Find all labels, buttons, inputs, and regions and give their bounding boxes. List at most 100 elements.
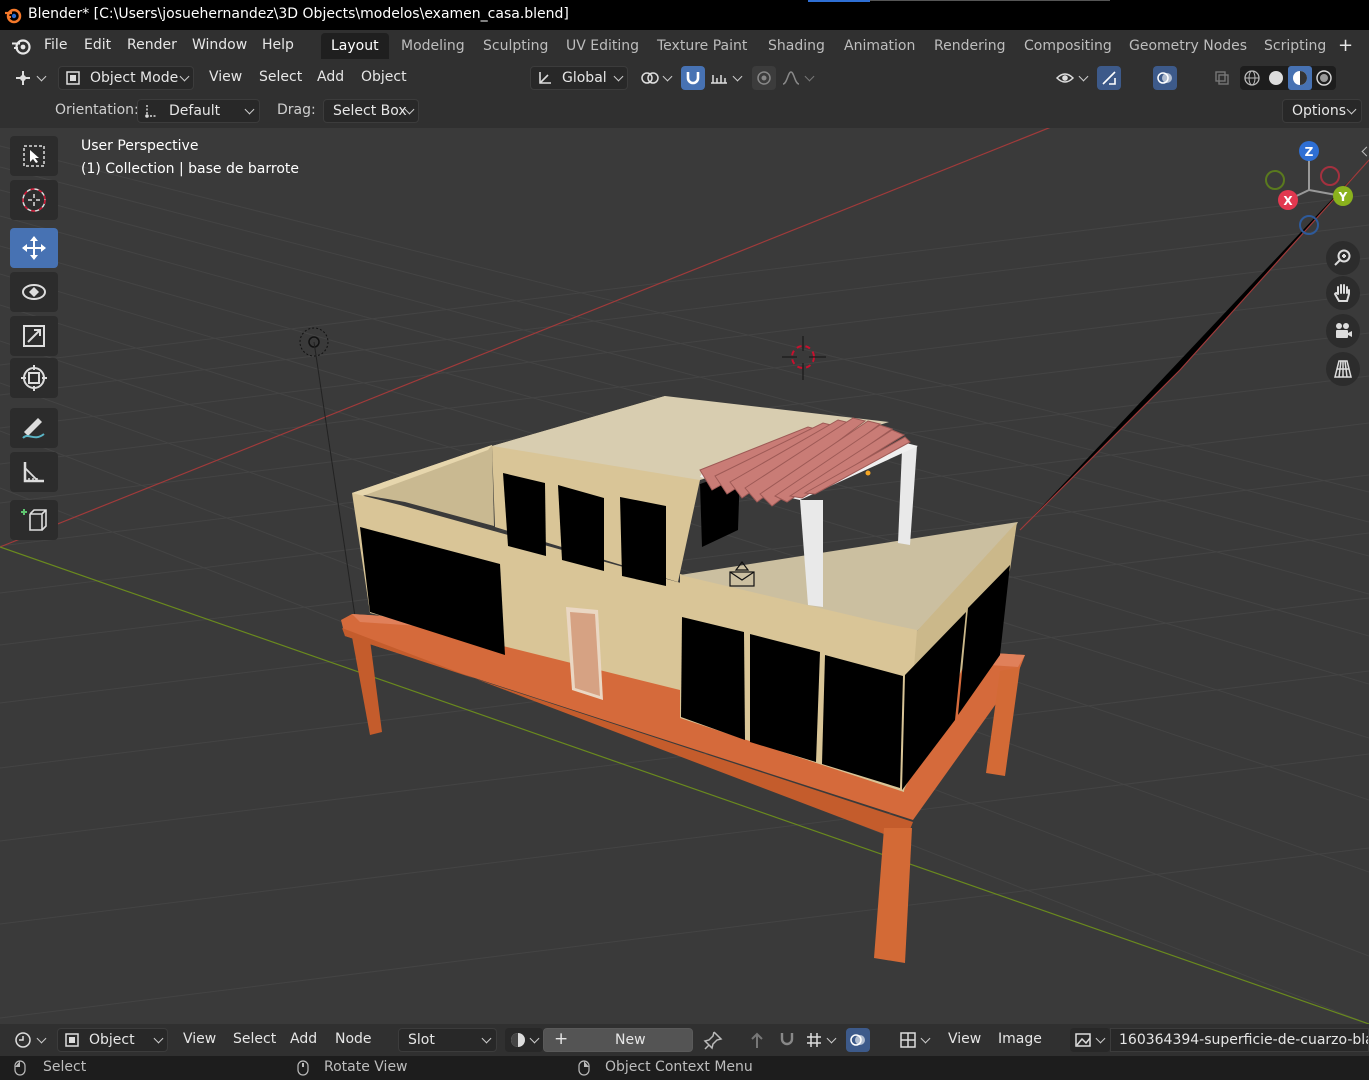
ortho-toggle-button[interactable] [1326,352,1360,386]
snap-target-dropdown[interactable] [706,66,746,90]
material-sphere-icon [511,1033,525,1047]
solid-shading-icon[interactable] [1267,69,1285,87]
orientation-setting-label: Orientation: [55,102,139,118]
navigation-gizmo[interactable]: Z Y X [1262,138,1362,238]
image-editor-type-button[interactable] [896,1028,934,1052]
gizmo-toggle[interactable] [1097,66,1121,90]
tab-shading[interactable]: Shading [758,33,835,59]
bottom-editor-header: Object View Select Add Node Slot + New V… [0,1024,1369,1056]
tab-compositing[interactable]: Compositing [1014,33,1122,59]
chevron-down-icon [36,71,47,82]
material-preview-active[interactable] [1288,66,1312,90]
3d-viewport[interactable]: User Perspective (1) Collection | base d… [0,128,1369,1024]
header-menu-view[interactable]: View [209,69,242,85]
tab-modeling[interactable]: Modeling [391,33,475,59]
visibility-dropdown[interactable] [1052,66,1092,90]
tool-add-cube[interactable] [10,500,58,540]
chevron-down-icon [613,71,624,82]
tool-annotate[interactable] [10,408,58,448]
rotate-icon [22,284,46,300]
transform-orientation-dropdown[interactable]: Global [530,66,628,90]
orientation-setting-dropdown[interactable]: Default [137,99,260,123]
proportional-edit-toggle[interactable] [752,66,776,90]
menu-file[interactable]: File [44,37,67,53]
menu-window[interactable]: Window [192,37,247,53]
mode-dropdown[interactable]: Object Mode [58,66,194,90]
new-material-button[interactable]: + New [543,1028,693,1052]
measure-ruler-icon [23,462,44,483]
tab-scripting[interactable]: Scripting [1254,33,1336,59]
tab-uv-editing[interactable]: UV Editing [556,33,649,59]
mode-label: Object Mode [90,70,179,86]
node-snap-dropdown[interactable] [802,1028,840,1052]
tab-layout[interactable]: Layout [321,33,389,59]
header-menu-object[interactable]: Object [361,69,407,85]
tool-transform[interactable] [10,358,58,398]
grid-perspective-icon [1334,360,1352,378]
node-overlay-toggle[interactable] [846,1028,870,1052]
3d-cursor[interactable] [782,336,826,380]
image-menu-view[interactable]: View [948,1031,981,1047]
snap-toggle[interactable] [681,66,705,90]
bottom-editor-type-button[interactable] [10,1028,52,1052]
image-browse-button[interactable] [1070,1028,1110,1052]
rendered-shading-icon[interactable] [1315,69,1333,87]
title-bar: Blender* [C:\Users\josuehernandez\3D Obj… [0,0,1369,30]
tab-animation[interactable]: Animation [834,33,925,59]
image-editor-icon [900,1032,916,1048]
view-name-label: User Perspective [81,138,199,154]
xray-toggle[interactable] [1210,66,1234,90]
hand-icon [1333,284,1350,302]
image-name-field[interactable]: 160364394-superficie-de-cuarzo-blanco [1110,1028,1369,1052]
zoom-button[interactable] [1326,241,1360,275]
tool-cursor[interactable] [10,180,58,220]
tab-sculpting[interactable]: Sculpting [473,33,558,59]
image-menu-image[interactable]: Image [998,1031,1042,1047]
header-menu-select[interactable]: Select [259,69,302,85]
tool-move[interactable] [10,228,58,268]
parent-node-icon[interactable] [747,1030,767,1050]
shading-mode-group [1240,66,1336,90]
tool-scale[interactable] [10,316,58,356]
tab-geometry-nodes[interactable]: Geometry Nodes [1119,33,1257,59]
options-dropdown[interactable]: Options [1282,99,1362,123]
editor-type-button[interactable] [10,66,50,90]
falloff-icon [782,71,800,85]
title-accent [808,0,870,2]
add-workspace-button[interactable]: + [1338,35,1353,56]
zoom-icon [1334,249,1351,266]
header-menu-add[interactable]: Add [317,69,344,85]
blender-menu-icon[interactable] [11,36,33,56]
status-bar: Select Rotate View Object Context Menu [0,1056,1369,1080]
slot-dropdown[interactable]: Slot [398,1028,497,1052]
pan-button[interactable] [1326,276,1360,310]
camera-view-button[interactable] [1326,314,1360,348]
pin-icon[interactable] [703,1030,723,1050]
menu-edit[interactable]: Edit [84,37,111,53]
axes-editor-icon [16,71,30,85]
snap-magnet-icon[interactable] [777,1030,797,1050]
shader-type-dropdown[interactable]: Object [57,1028,168,1052]
overlays-toggle[interactable] [1153,66,1177,90]
scene-render[interactable] [0,128,1369,1024]
tool-measure[interactable] [10,452,58,492]
falloff-dropdown[interactable] [778,66,818,90]
bottom-menu-select[interactable]: Select [233,1031,276,1047]
chevron-down-icon [804,71,815,82]
chevron-down-icon [662,71,673,82]
tool-select-box[interactable] [10,136,58,176]
drag-setting-dropdown[interactable]: Select Box [323,99,419,123]
tab-rendering[interactable]: Rendering [924,33,1016,59]
material-browse-button[interactable] [505,1028,543,1052]
menu-help[interactable]: Help [262,37,294,53]
pivot-point-button[interactable] [636,66,676,90]
tool-rotate[interactable] [10,272,58,312]
camera-icon [1336,323,1352,338]
tab-texture-paint[interactable]: Texture Paint [647,33,757,59]
bottom-menu-view[interactable]: View [183,1031,216,1047]
bottom-menu-node[interactable]: Node [335,1031,372,1047]
wireframe-shading-icon[interactable] [1243,69,1261,87]
slot-label: Slot [408,1032,435,1048]
bottom-menu-add[interactable]: Add [290,1031,317,1047]
menu-render[interactable]: Render [127,37,177,53]
